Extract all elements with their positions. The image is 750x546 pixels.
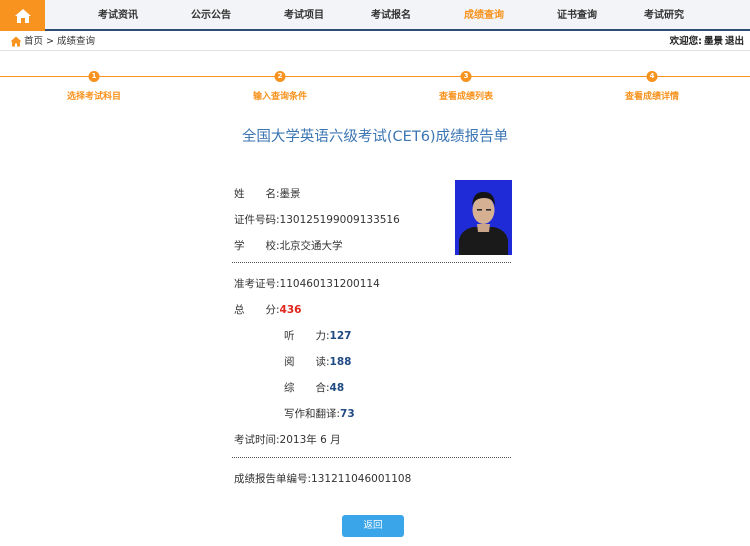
home-button[interactable] bbox=[0, 0, 45, 31]
back-button[interactable]: 返回 bbox=[342, 515, 404, 537]
ticket-label: 准考证号: bbox=[234, 278, 280, 290]
report-number-row: 成绩报告单编号:131211046001108 bbox=[234, 471, 411, 486]
candidate-photo bbox=[455, 180, 512, 255]
nav-item-score-query[interactable]: 成绩查询 bbox=[464, 0, 504, 31]
writing-translation-value: 73 bbox=[340, 408, 355, 420]
user-name: 墨景 bbox=[703, 36, 723, 47]
ticket-row: 准考证号:110460131200114 bbox=[234, 276, 380, 291]
listening-value: 127 bbox=[329, 330, 352, 342]
welcome-label: 欢迎您: bbox=[669, 36, 702, 47]
exam-time-label: 考试时间: bbox=[234, 434, 280, 446]
nav-item-exam-news[interactable]: 考试资讯 bbox=[98, 0, 138, 31]
step-3-label[interactable]: 查看成绩列表 bbox=[439, 89, 493, 102]
reading-row: 阅 读:188 bbox=[284, 354, 351, 369]
report-number-value: 131211046001108 bbox=[311, 473, 412, 485]
reading-label: 阅 读: bbox=[284, 356, 330, 368]
breadcrumb: 首页 > 成绩查询 bbox=[24, 33, 95, 50]
candidate-portrait-icon bbox=[455, 180, 512, 255]
breadcrumb-bar: 首页 > 成绩查询 欢迎您: 墨景 退出 bbox=[0, 33, 750, 51]
ticket-value: 110460131200114 bbox=[279, 278, 380, 290]
school-value: 北京交通大学 bbox=[279, 240, 343, 252]
report-number-label: 成绩报告单编号: bbox=[234, 473, 312, 485]
writing-translation-label: 写作和翻译: bbox=[284, 408, 341, 420]
total-score-row: 总 分:436 bbox=[234, 302, 301, 317]
step-3-marker: 3 bbox=[460, 71, 472, 82]
step-4-label[interactable]: 查看成绩详情 bbox=[625, 89, 679, 102]
top-navigation: 考试资讯 公示公告 考试项目 考试报名 成绩查询 证书查询 考试研究 bbox=[0, 0, 750, 31]
school-label: 学 校: bbox=[234, 240, 280, 252]
nav-item-registration[interactable]: 考试报名 bbox=[371, 0, 411, 31]
name-row: 姓 名:墨景 bbox=[234, 186, 301, 201]
step-2-marker: 2 bbox=[274, 71, 286, 82]
name-label: 姓 名: bbox=[234, 188, 280, 200]
breadcrumb-current: 成绩查询 bbox=[57, 36, 96, 47]
school-row: 学 校:北京交通大学 bbox=[234, 238, 343, 253]
report-title: 全国大学英语六级考试(CET6)成绩报告单 bbox=[241, 129, 509, 145]
user-welcome: 欢迎您: 墨景 退出 bbox=[668, 33, 744, 50]
id-value: 130125199009133516 bbox=[279, 214, 400, 226]
nav-item-announcements[interactable]: 公示公告 bbox=[191, 0, 231, 31]
id-label: 证件号码: bbox=[234, 214, 280, 226]
section-divider bbox=[232, 457, 511, 458]
step-1-marker: 1 bbox=[88, 71, 100, 82]
nav-item-exam-research[interactable]: 考试研究 bbox=[644, 0, 684, 31]
exam-time-value: 2013年 6 月 bbox=[279, 434, 341, 446]
comprehensive-row: 综 合:48 bbox=[284, 380, 344, 395]
listening-row: 听 力:127 bbox=[284, 328, 351, 343]
listening-label: 听 力: bbox=[284, 330, 330, 342]
logout-link[interactable]: 退出 bbox=[725, 36, 744, 47]
section-divider bbox=[232, 262, 511, 263]
reading-value: 188 bbox=[329, 356, 352, 368]
breadcrumb-separator: > bbox=[46, 36, 55, 47]
exam-time-row: 考试时间:2013年 6 月 bbox=[234, 432, 341, 447]
nav-item-exam-programs[interactable]: 考试项目 bbox=[284, 0, 324, 31]
step-4-marker: 4 bbox=[646, 71, 658, 82]
writing-translation-row: 写作和翻译:73 bbox=[284, 406, 355, 421]
id-row: 证件号码:130125199009133516 bbox=[234, 212, 400, 227]
steps-progress-line bbox=[0, 76, 750, 77]
name-value: 墨景 bbox=[279, 188, 301, 200]
total-score-value: 436 bbox=[279, 304, 302, 316]
comprehensive-value: 48 bbox=[329, 382, 345, 394]
breadcrumb-home-link[interactable]: 首页 bbox=[24, 36, 43, 47]
nav-item-certificate-query[interactable]: 证书查询 bbox=[557, 0, 597, 31]
step-2-label[interactable]: 输入查询条件 bbox=[253, 89, 307, 102]
home-icon bbox=[14, 8, 31, 23]
total-score-label: 总 分: bbox=[234, 304, 280, 316]
comprehensive-label: 综 合: bbox=[284, 382, 330, 394]
step-1-label[interactable]: 选择考试科目 bbox=[67, 89, 121, 102]
home-icon[interactable] bbox=[10, 36, 22, 47]
